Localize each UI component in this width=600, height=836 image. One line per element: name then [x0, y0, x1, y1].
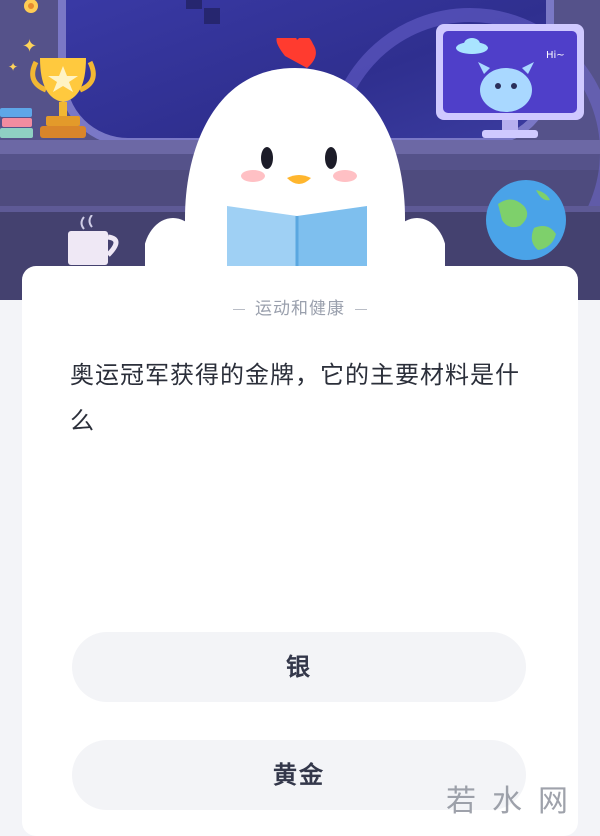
- quiz-card: 运动和健康 奥运冠军获得的金牌，它的主要材料是什么 银 黄金: [22, 266, 578, 836]
- books-icon: [0, 108, 33, 138]
- medal-icon: [24, 0, 38, 13]
- answer-option-1[interactable]: 银: [72, 632, 526, 702]
- monitor-greeting: Hi~: [546, 50, 565, 61]
- monitor-icon: [436, 24, 584, 138]
- trophy-icon: [30, 58, 96, 138]
- mug-icon: [68, 215, 119, 265]
- category-text: 运动和健康: [255, 299, 345, 319]
- chicken-mascot: [145, 38, 445, 300]
- question-text: 奥运冠军获得的金牌，它的主要材料是什么: [70, 361, 520, 435]
- watermark: 若水网: [446, 784, 584, 819]
- category-label: 运动和健康: [22, 294, 578, 319]
- header-illustration: ✦ ✦ Hi~: [0, 0, 600, 300]
- sparkle-icon: ✦: [8, 60, 19, 74]
- globe-icon: [486, 180, 566, 260]
